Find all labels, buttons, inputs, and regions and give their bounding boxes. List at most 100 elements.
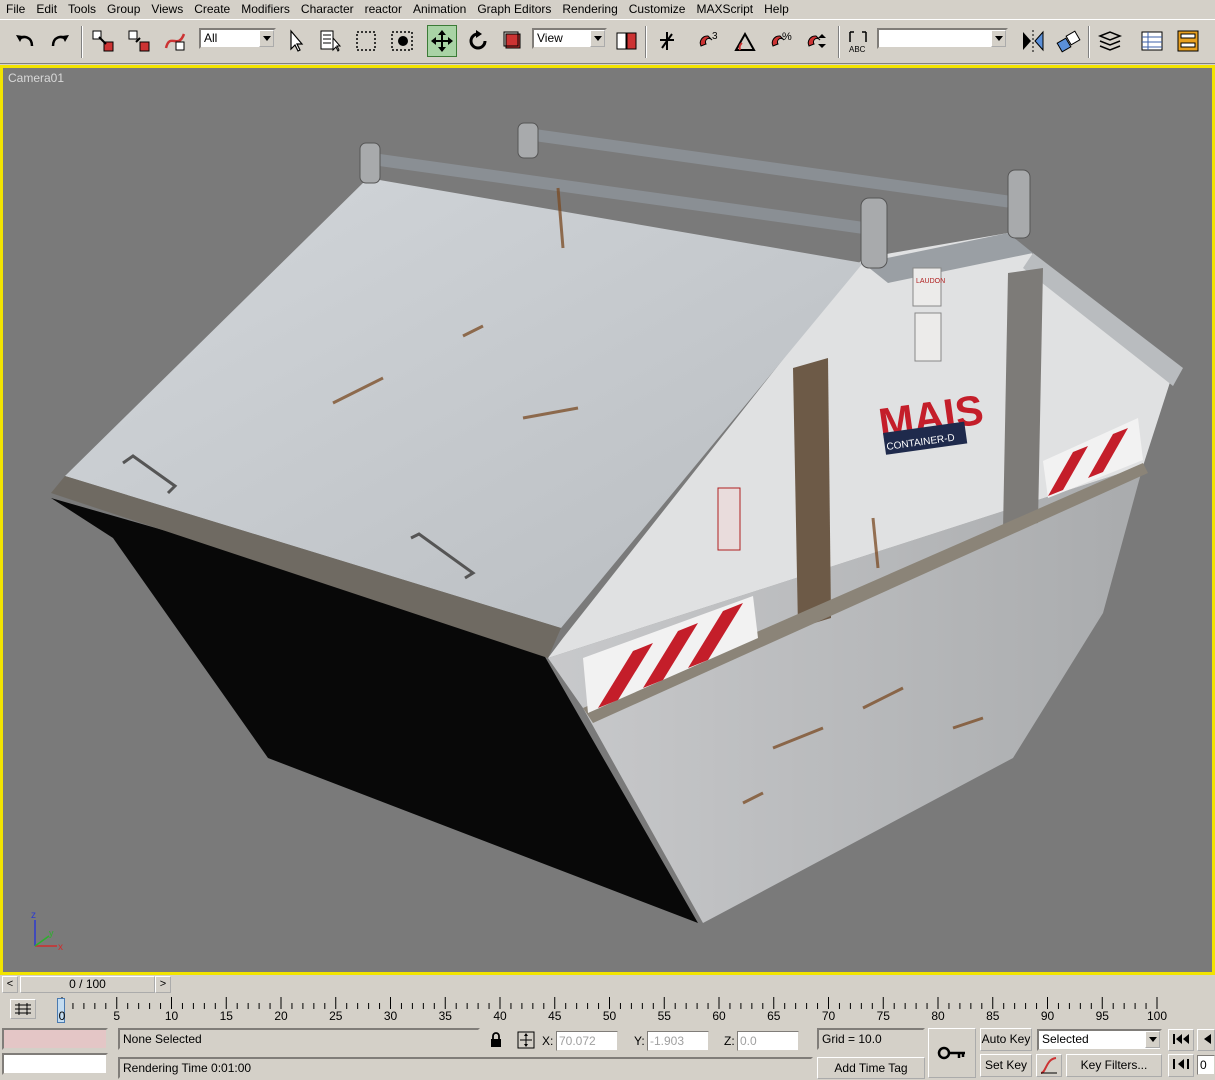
axis-y-label: y [49, 928, 54, 938]
ruler-tick-label: 50 [602, 1009, 617, 1023]
angle-snap-button[interactable] [730, 25, 760, 57]
percent-snap-button[interactable]: % [766, 25, 796, 57]
mini-curve-editor-button[interactable] [10, 999, 36, 1019]
track-bar[interactable]: 0 5 10 15 20 25 30 35 40 45 50 55 60 65 70 75 80 85 90 95 10… [0, 995, 1215, 1025]
menu-rendering[interactable]: Rendering [556, 0, 622, 19]
key-filters-button[interactable]: Key Filters... [1066, 1054, 1162, 1077]
menu-help[interactable]: Help [758, 0, 794, 19]
ruler-tick-label: 45 [548, 1009, 562, 1023]
menu-tools[interactable]: Tools [62, 0, 101, 19]
align-button[interactable] [1054, 25, 1084, 57]
auto-key-button[interactable]: Auto Key [980, 1028, 1032, 1051]
ruler-tick-label: 95 [1095, 1009, 1109, 1023]
key-icon [937, 1046, 965, 1060]
add-time-tag-button[interactable]: Add Time Tag [817, 1057, 925, 1079]
schematic-icon [1177, 30, 1199, 52]
snap-3d-button[interactable]: 3 [694, 25, 724, 57]
skip-container-model: LAUDON MAIS CONTAINER-D [51, 122, 1183, 923]
ruler-tick-label: 35 [438, 1009, 452, 1023]
time-next-button[interactable]: > [155, 976, 171, 993]
menu-graph-editors[interactable]: Graph Editors [471, 0, 556, 19]
time-prev-button[interactable]: < [2, 976, 18, 993]
mirror-icon [1023, 30, 1044, 52]
select-and-move-button[interactable] [427, 25, 457, 57]
spinner-snap-button[interactable] [802, 25, 832, 57]
menu-edit[interactable]: Edit [30, 0, 62, 19]
link-icon [92, 30, 114, 52]
chevron-down-icon [259, 30, 274, 47]
key-mode-dropdown[interactable]: Selected [1037, 1029, 1162, 1051]
window-crossing-icon [391, 31, 413, 51]
z-coordinate-input[interactable]: 0.0 [737, 1031, 799, 1051]
mirror-button[interactable] [1018, 25, 1048, 57]
menu-modifiers[interactable]: Modifiers [235, 0, 295, 19]
camera-viewport[interactable]: Camera01 LAUDON MAIS CONTAINER-D z x y [0, 65, 1215, 975]
menu-customize[interactable]: Customize [623, 0, 691, 19]
ruler-tick-label: 60 [712, 1009, 726, 1023]
ruler-tick-label: 25 [329, 1009, 343, 1023]
menu-views[interactable]: Views [145, 0, 188, 19]
max-script-input[interactable] [2, 1053, 108, 1075]
window-crossing-button[interactable] [387, 25, 417, 57]
key-mode-toggle-button[interactable] [1168, 1054, 1194, 1077]
previous-frame-button[interactable] [1197, 1029, 1215, 1051]
select-object-button[interactable] [281, 25, 311, 57]
redo-button[interactable] [45, 25, 75, 57]
status-bar: None Selected Rendering Time 0:01:00 X: … [0, 1025, 1215, 1080]
key-mode-value: Selected [1042, 1032, 1089, 1046]
edit-named-selection-button[interactable]: ABC [843, 25, 873, 57]
chevron-down-icon [590, 30, 605, 47]
ruler-tick-label: 65 [767, 1009, 781, 1023]
curve-toggle-icon [15, 1003, 31, 1015]
menu-maxscript[interactable]: MAXScript [690, 0, 758, 19]
pivot-icon [616, 32, 637, 50]
menu-file[interactable]: File [0, 0, 30, 19]
time-slider[interactable]: < 0 / 100 > [0, 975, 1215, 995]
default-tangent-button[interactable] [1036, 1054, 1062, 1077]
rotate-icon [469, 30, 487, 50]
rectangular-selection-button[interactable] [351, 25, 381, 57]
chevron-down-icon [991, 30, 1006, 47]
menu-create[interactable]: Create [188, 0, 235, 19]
time-slider-thumb[interactable]: 0 / 100 [20, 976, 155, 993]
ruler-tick-label: 15 [219, 1009, 233, 1023]
reference-coordinate-dropdown[interactable]: View [532, 28, 607, 49]
reference-coordinate-value: View [537, 31, 563, 45]
menu-bar: File Edit Tools Group Views Create Modif… [0, 0, 1215, 19]
current-frame-input[interactable]: 0 [1197, 1055, 1215, 1075]
select-and-rotate-button[interactable] [463, 25, 493, 57]
lock-icon[interactable] [489, 1032, 503, 1048]
pivot-center-button[interactable] [611, 25, 641, 57]
prompt-line: Rendering Time 0:01:00 [118, 1057, 813, 1079]
menu-reactor[interactable]: reactor [359, 0, 407, 19]
ruler-tick-label: 55 [657, 1009, 671, 1023]
rect-selection-icon [356, 31, 376, 51]
svg-text:%: % [782, 31, 792, 43]
go-to-start-button[interactable] [1168, 1029, 1194, 1051]
selection-filter-dropdown[interactable]: All [199, 28, 276, 49]
axis-z-label: z [31, 910, 36, 921]
bind-to-space-warp-button[interactable] [160, 25, 190, 57]
set-keys-big-button[interactable] [928, 1028, 976, 1078]
cursor-arrow-icon [290, 29, 304, 52]
menu-animation[interactable]: Animation [407, 0, 471, 19]
select-and-manipulate-button[interactable] [652, 25, 682, 57]
set-key-button[interactable]: Set Key [980, 1054, 1032, 1077]
layer-manager-button[interactable] [1095, 25, 1125, 57]
select-by-name-button[interactable] [316, 25, 346, 57]
menu-group[interactable]: Group [101, 0, 145, 19]
undo-button[interactable] [10, 25, 40, 57]
select-and-link-button[interactable] [88, 25, 118, 57]
ruler-tick-label: 0 [58, 1009, 66, 1023]
unlink-selection-button[interactable] [124, 25, 154, 57]
absolute-mode-icon[interactable] [517, 1031, 535, 1049]
menu-character[interactable]: Character [295, 0, 359, 19]
named-selection-dropdown[interactable] [877, 28, 1008, 49]
select-and-scale-button[interactable] [498, 25, 528, 57]
sticker-text: LAUDON [916, 278, 945, 285]
schematic-view-button[interactable] [1173, 25, 1203, 57]
x-coordinate-input[interactable]: 70.072 [556, 1031, 618, 1051]
curve-editor-button[interactable] [1137, 25, 1167, 57]
y-coordinate-input[interactable]: -1.903 [647, 1031, 709, 1051]
max-script-listener-mini[interactable] [2, 1028, 108, 1050]
